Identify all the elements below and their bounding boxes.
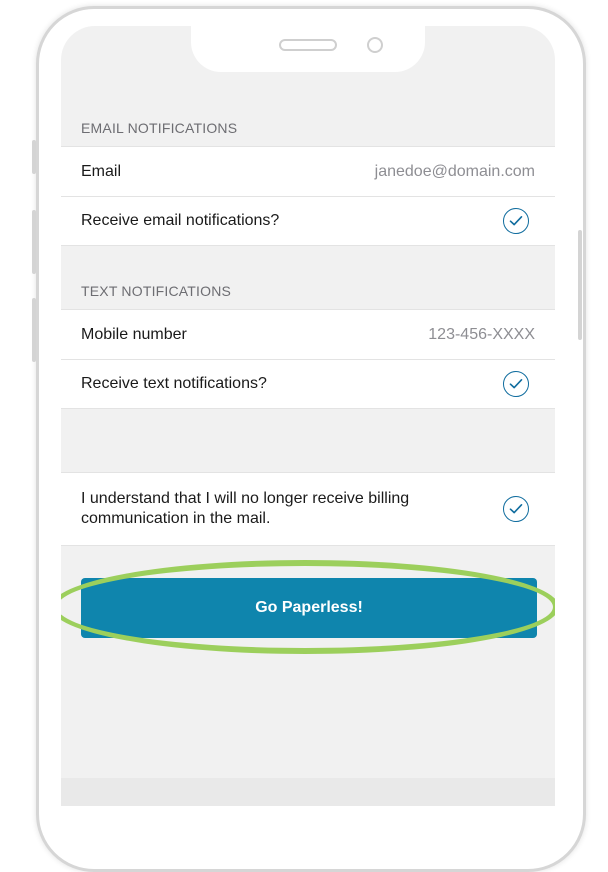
agreement-row[interactable]: I understand that I will no longer recei… [61,472,555,546]
receive-text-row[interactable]: Receive text notifications? [61,359,555,409]
phone-volume-up-button [32,210,36,274]
email-section-header: EMAIL NOTIFICATIONS [81,120,238,136]
text-group: Mobile number 123-456-XXXX Receive text … [61,309,555,409]
receive-email-row[interactable]: Receive email notifications? [61,196,555,246]
email-label: Email [81,162,122,180]
phone-screen: EMAIL NOTIFICATIONS Email janedoe@domain… [61,26,555,806]
receive-text-label: Receive text notifications? [81,375,267,392]
mobile-number-value: 123-456-XXXX [428,325,535,343]
phone-power-button [578,230,582,340]
speaker-grille [279,39,337,51]
phone-notch [191,26,425,72]
go-paperless-button[interactable]: Go Paperless! [81,578,537,638]
receive-email-label: Receive email notifications? [81,212,280,229]
agreement-group: I understand that I will no longer recei… [61,472,555,546]
bottom-band [61,778,555,806]
phone-side-button [32,140,36,174]
email-value: janedoe@domain.com [374,162,535,180]
front-camera [367,37,383,53]
check-circle-icon[interactable] [503,371,529,397]
email-group: Email janedoe@domain.com Receive email n… [61,146,555,246]
phone-volume-down-button [32,298,36,362]
mobile-number-row: Mobile number 123-456-XXXX [61,309,555,359]
email-row: Email janedoe@domain.com [61,146,555,196]
check-circle-icon[interactable] [503,208,529,234]
mobile-number-label: Mobile number [81,325,187,343]
check-circle-icon[interactable] [503,496,529,522]
text-section-header: TEXT NOTIFICATIONS [81,283,232,299]
agreement-label: I understand that I will no longer recei… [81,490,410,527]
